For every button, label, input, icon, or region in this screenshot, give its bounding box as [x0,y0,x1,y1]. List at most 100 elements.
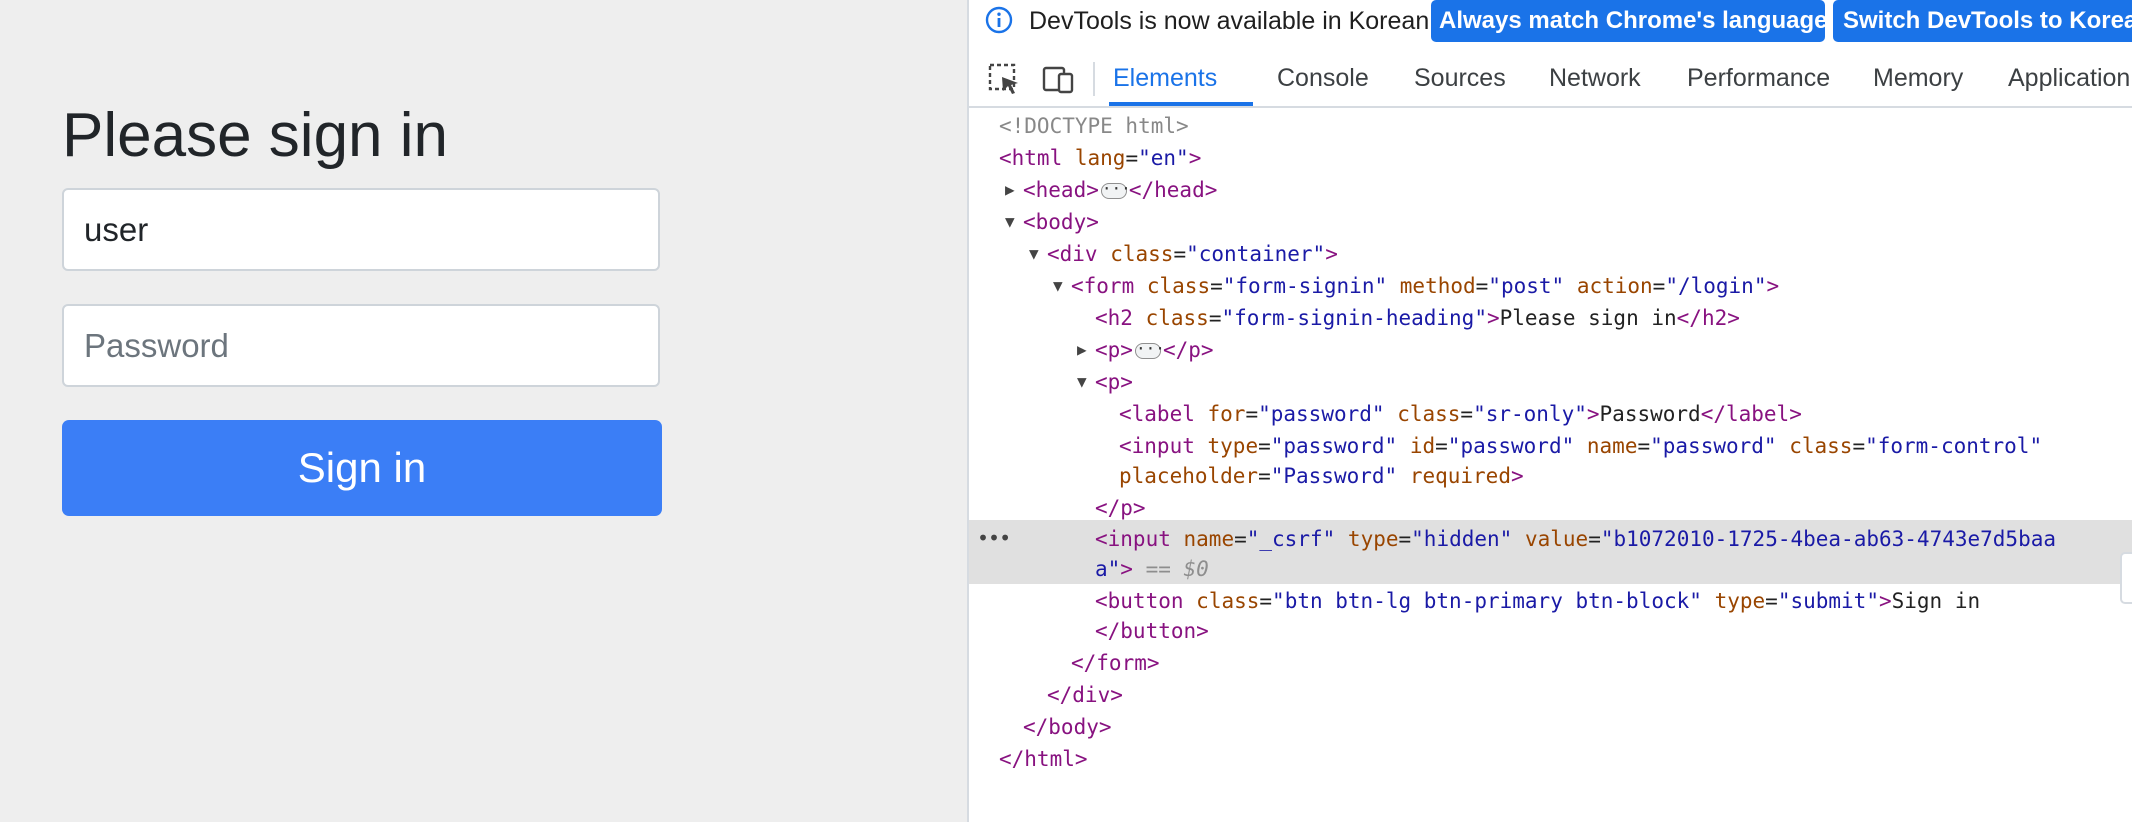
collapse-triangle-icon[interactable]: ▼ [1029,239,1039,269]
tag: <button [1095,589,1184,613]
tab-console[interactable]: Console [1277,52,1369,104]
eq: = [1234,527,1247,551]
tab-sources[interactable]: Sources [1414,52,1506,104]
attr-name: action [1576,274,1653,298]
dom-node-body-close[interactable]: </body> [1023,712,1112,742]
dom-node-body[interactable]: <body> [1023,207,1099,237]
scroll-handle[interactable] [2120,552,2132,604]
collapse-triangle-icon[interactable]: ▼ [1053,271,1063,301]
eq: = [1245,402,1259,426]
eq: = [1173,242,1187,266]
tag-end: > [1120,557,1133,581]
eq: = [1460,402,1474,426]
tag: <p> [1095,338,1133,362]
dom-node-input-csrf-cont[interactable]: a"> == $0 [1095,554,1209,584]
dom-node-html-close[interactable]: </html> [999,744,1088,774]
username-input[interactable] [62,188,660,271]
tag: </form> [1071,651,1160,675]
tag: </label> [1700,402,1802,426]
dom-node-div-close[interactable]: </div> [1047,680,1123,710]
attr-value: "Password" [1270,464,1398,488]
dom-node-p-collapsed[interactable]: <p> ···</p> [1095,335,1214,365]
attr-value: "password" [1650,434,1777,458]
tab-performance[interactable]: Performance [1687,52,1830,104]
selected-node-marker: == $0 [1145,557,1209,581]
expand-triangle-icon[interactable]: ▶ [1077,335,1087,365]
attr-name: type [1714,589,1766,613]
eq: = [1852,434,1866,458]
attr-value: "password" [1447,434,1575,458]
eq: = [1637,434,1651,458]
toolbar-separator [1093,62,1095,96]
switch-to-korean-button[interactable]: Switch DevTools to Korean [1833,0,2132,42]
active-tab-indicator [1109,102,1253,106]
info-icon [985,6,1013,34]
eq: = [1208,306,1222,330]
language-infobar: DevTools is now available in Korean! Alw… [969,0,2132,42]
password-input[interactable] [62,304,660,387]
attr-name: name [1586,434,1638,458]
dom-node-html[interactable]: <html lang="en"> [999,143,1201,173]
tab-network[interactable]: Network [1549,52,1641,104]
attr-value: "password" [1270,434,1398,458]
tab-elements[interactable]: Elements [1113,52,1217,104]
more-options-icon[interactable]: ••• [977,526,1011,550]
ellipsis-icon[interactable]: ··· [1100,181,1131,199]
tag-end: > [1766,274,1780,298]
attr-name: value [1524,527,1589,551]
dom-node-form[interactable]: <form class="form-signin" method="post" … [1071,271,1779,301]
collapse-triangle-icon[interactable]: ▼ [1077,367,1087,397]
sign-in-button[interactable]: Sign in [62,420,662,516]
tag: <p> [1095,370,1133,394]
inspect-element-icon[interactable] [987,62,1021,96]
dom-node-form-close[interactable]: </form> [1071,648,1160,678]
eq: = [1210,274,1223,298]
expand-triangle-icon[interactable]: ▶ [1005,175,1015,205]
dom-node-p-close[interactable]: </p> [1095,493,1146,523]
attr-value: "btn btn-lg btn-primary btn-block" [1272,589,1702,613]
dom-node-input-password[interactable]: <input type="password" id="password" nam… [1119,431,2042,461]
dom-tree[interactable]: ••• <!DOCTYPE html> <html lang="en"> ▶ <… [969,108,2132,822]
eq: = [1765,589,1778,613]
attr-value: "sr-only" [1473,402,1587,426]
dom-node-head[interactable]: <head> ···</head> [1023,175,1217,205]
ellipsis-icon[interactable]: ··· [1134,341,1165,359]
eq: = [1259,589,1273,613]
node-text: Sign in [1891,589,1981,613]
node-text: Please sign in [1499,306,1677,330]
doctype-text: <!DOCTYPE html> [999,114,1189,138]
dom-node-doctype[interactable]: <!DOCTYPE html> [999,111,1189,141]
tag: </div> [1047,683,1123,707]
attr-value: "form-signin-heading" [1221,306,1487,330]
dom-node-p[interactable]: <p> [1095,367,1133,397]
eq: = [1652,274,1666,298]
tag: </p> [1095,496,1146,520]
dom-node-h2[interactable]: <h2 class="form-signin-heading">Please s… [1095,303,1740,333]
attr-value: "post" [1488,274,1565,298]
tag-end: > [1486,306,1500,330]
attr-name: class [1145,306,1209,330]
device-toolbar-icon[interactable] [1041,62,1075,96]
attr-value: "hidden" [1411,527,1513,551]
dom-node-input-csrf[interactable]: <input name="_csrf" type="hidden" value=… [1095,524,2056,554]
attr-value: "form-control" [1865,434,2043,458]
eq: = [1588,527,1601,551]
dom-node-button-close[interactable]: </button> [1095,616,1209,646]
tag-end: > [1510,464,1524,488]
tab-memory[interactable]: Memory [1873,52,1963,104]
dom-node-button[interactable]: <button class="btn btn-lg btn-primary bt… [1095,586,1980,616]
attr-name: name [1183,527,1235,551]
dom-node-div[interactable]: <div class="container"> [1047,239,1338,269]
attr-name: class [1397,402,1461,426]
collapse-triangle-icon[interactable]: ▼ [1005,207,1015,237]
tab-application[interactable]: Application [2008,52,2130,104]
dom-node-input-password-cont[interactable]: placeholder="Password" required> [1119,461,1524,491]
tag: </p> [1162,338,1214,362]
always-match-language-button[interactable]: Always match Chrome's language [1431,0,1828,42]
attr-name: placeholder [1119,464,1259,488]
tag: <head> [1023,178,1099,202]
tag: <input [1119,434,1195,458]
attr-value: a" [1095,557,1121,581]
dom-node-label[interactable]: <label for="password" class="sr-only">Pa… [1119,399,1802,429]
attr-name: class [1146,274,1211,298]
